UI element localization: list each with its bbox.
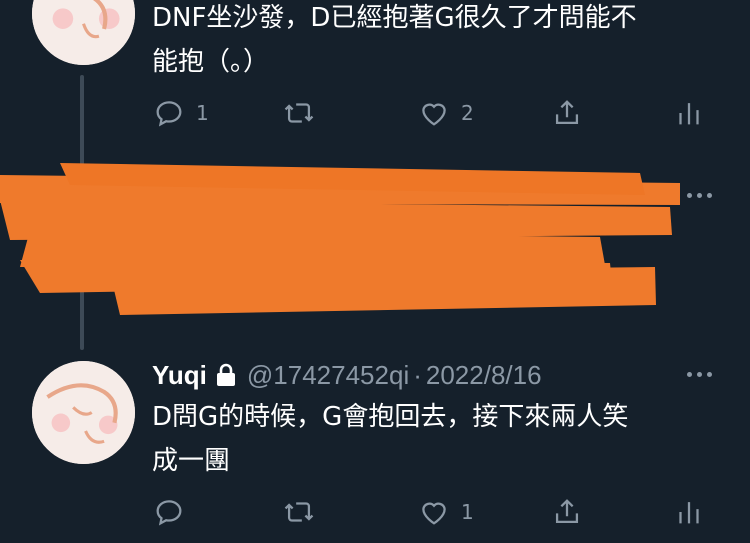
avatar[interactable]: [32, 0, 135, 65]
separator-dot: ·: [413, 359, 422, 390]
reply-count: 1: [196, 101, 209, 125]
share-button[interactable]: [550, 93, 584, 133]
reply-icon: [156, 101, 182, 127]
more-options-icon[interactable]: [687, 193, 712, 198]
user-handle[interactable]: @17427452qi: [247, 360, 409, 391]
analytics-icon: [679, 502, 699, 524]
share-icon: [555, 100, 579, 125]
tweet-text-line: D問G的時候，G會抱回去，接下來兩人笑: [152, 402, 629, 432]
avatar-illustration: [32, 0, 135, 65]
avatar-illustration: [32, 361, 135, 464]
reply-button[interactable]: 1: [152, 93, 209, 133]
analytics-icon: [679, 103, 699, 125]
tweet-text-line: 成一團: [152, 446, 231, 476]
tweet-text-line: DNF坐沙發，D已經抱著G很久了才問能不: [152, 3, 637, 33]
tweet-date[interactable]: 2022/8/16: [426, 360, 542, 391]
share-button[interactable]: [550, 492, 584, 532]
more-options-icon[interactable]: [687, 372, 712, 377]
avatar[interactable]: [32, 361, 135, 464]
tweet-actions: 1: [152, 492, 712, 532]
tweet-text: D問G的時候，G會抱回去，接下來兩人笑 成一團: [152, 395, 712, 483]
share-icon: [555, 499, 579, 524]
analytics-button[interactable]: [672, 93, 706, 133]
like-button[interactable]: 1: [417, 492, 474, 532]
reply-button[interactable]: [152, 492, 186, 532]
tweet-actions: 1 2: [152, 93, 712, 133]
reply-icon: [156, 500, 182, 526]
like-count: 2: [461, 101, 474, 125]
like-count: 1: [461, 500, 474, 524]
retweet-icon: [284, 103, 314, 123]
display-name[interactable]: Yuqi: [152, 360, 207, 391]
lock-icon: [215, 363, 237, 387]
retweet-icon: [284, 502, 314, 522]
retweet-button[interactable]: [282, 93, 316, 133]
tweet-text-line: 能抱（。）: [152, 47, 270, 77]
retweet-button[interactable]: [282, 492, 316, 532]
like-icon: [422, 502, 446, 525]
tweet-text: DNF坐沙發，D已經抱著G很久了才問能不 能抱（。）: [152, 0, 712, 84]
like-button[interactable]: 2: [417, 93, 474, 133]
tweet-header: Yuqi @17427452qi · 2022/8/16: [152, 357, 542, 393]
analytics-button[interactable]: [672, 492, 706, 532]
like-icon: [422, 103, 446, 126]
redaction-scribble: [0, 163, 680, 315]
